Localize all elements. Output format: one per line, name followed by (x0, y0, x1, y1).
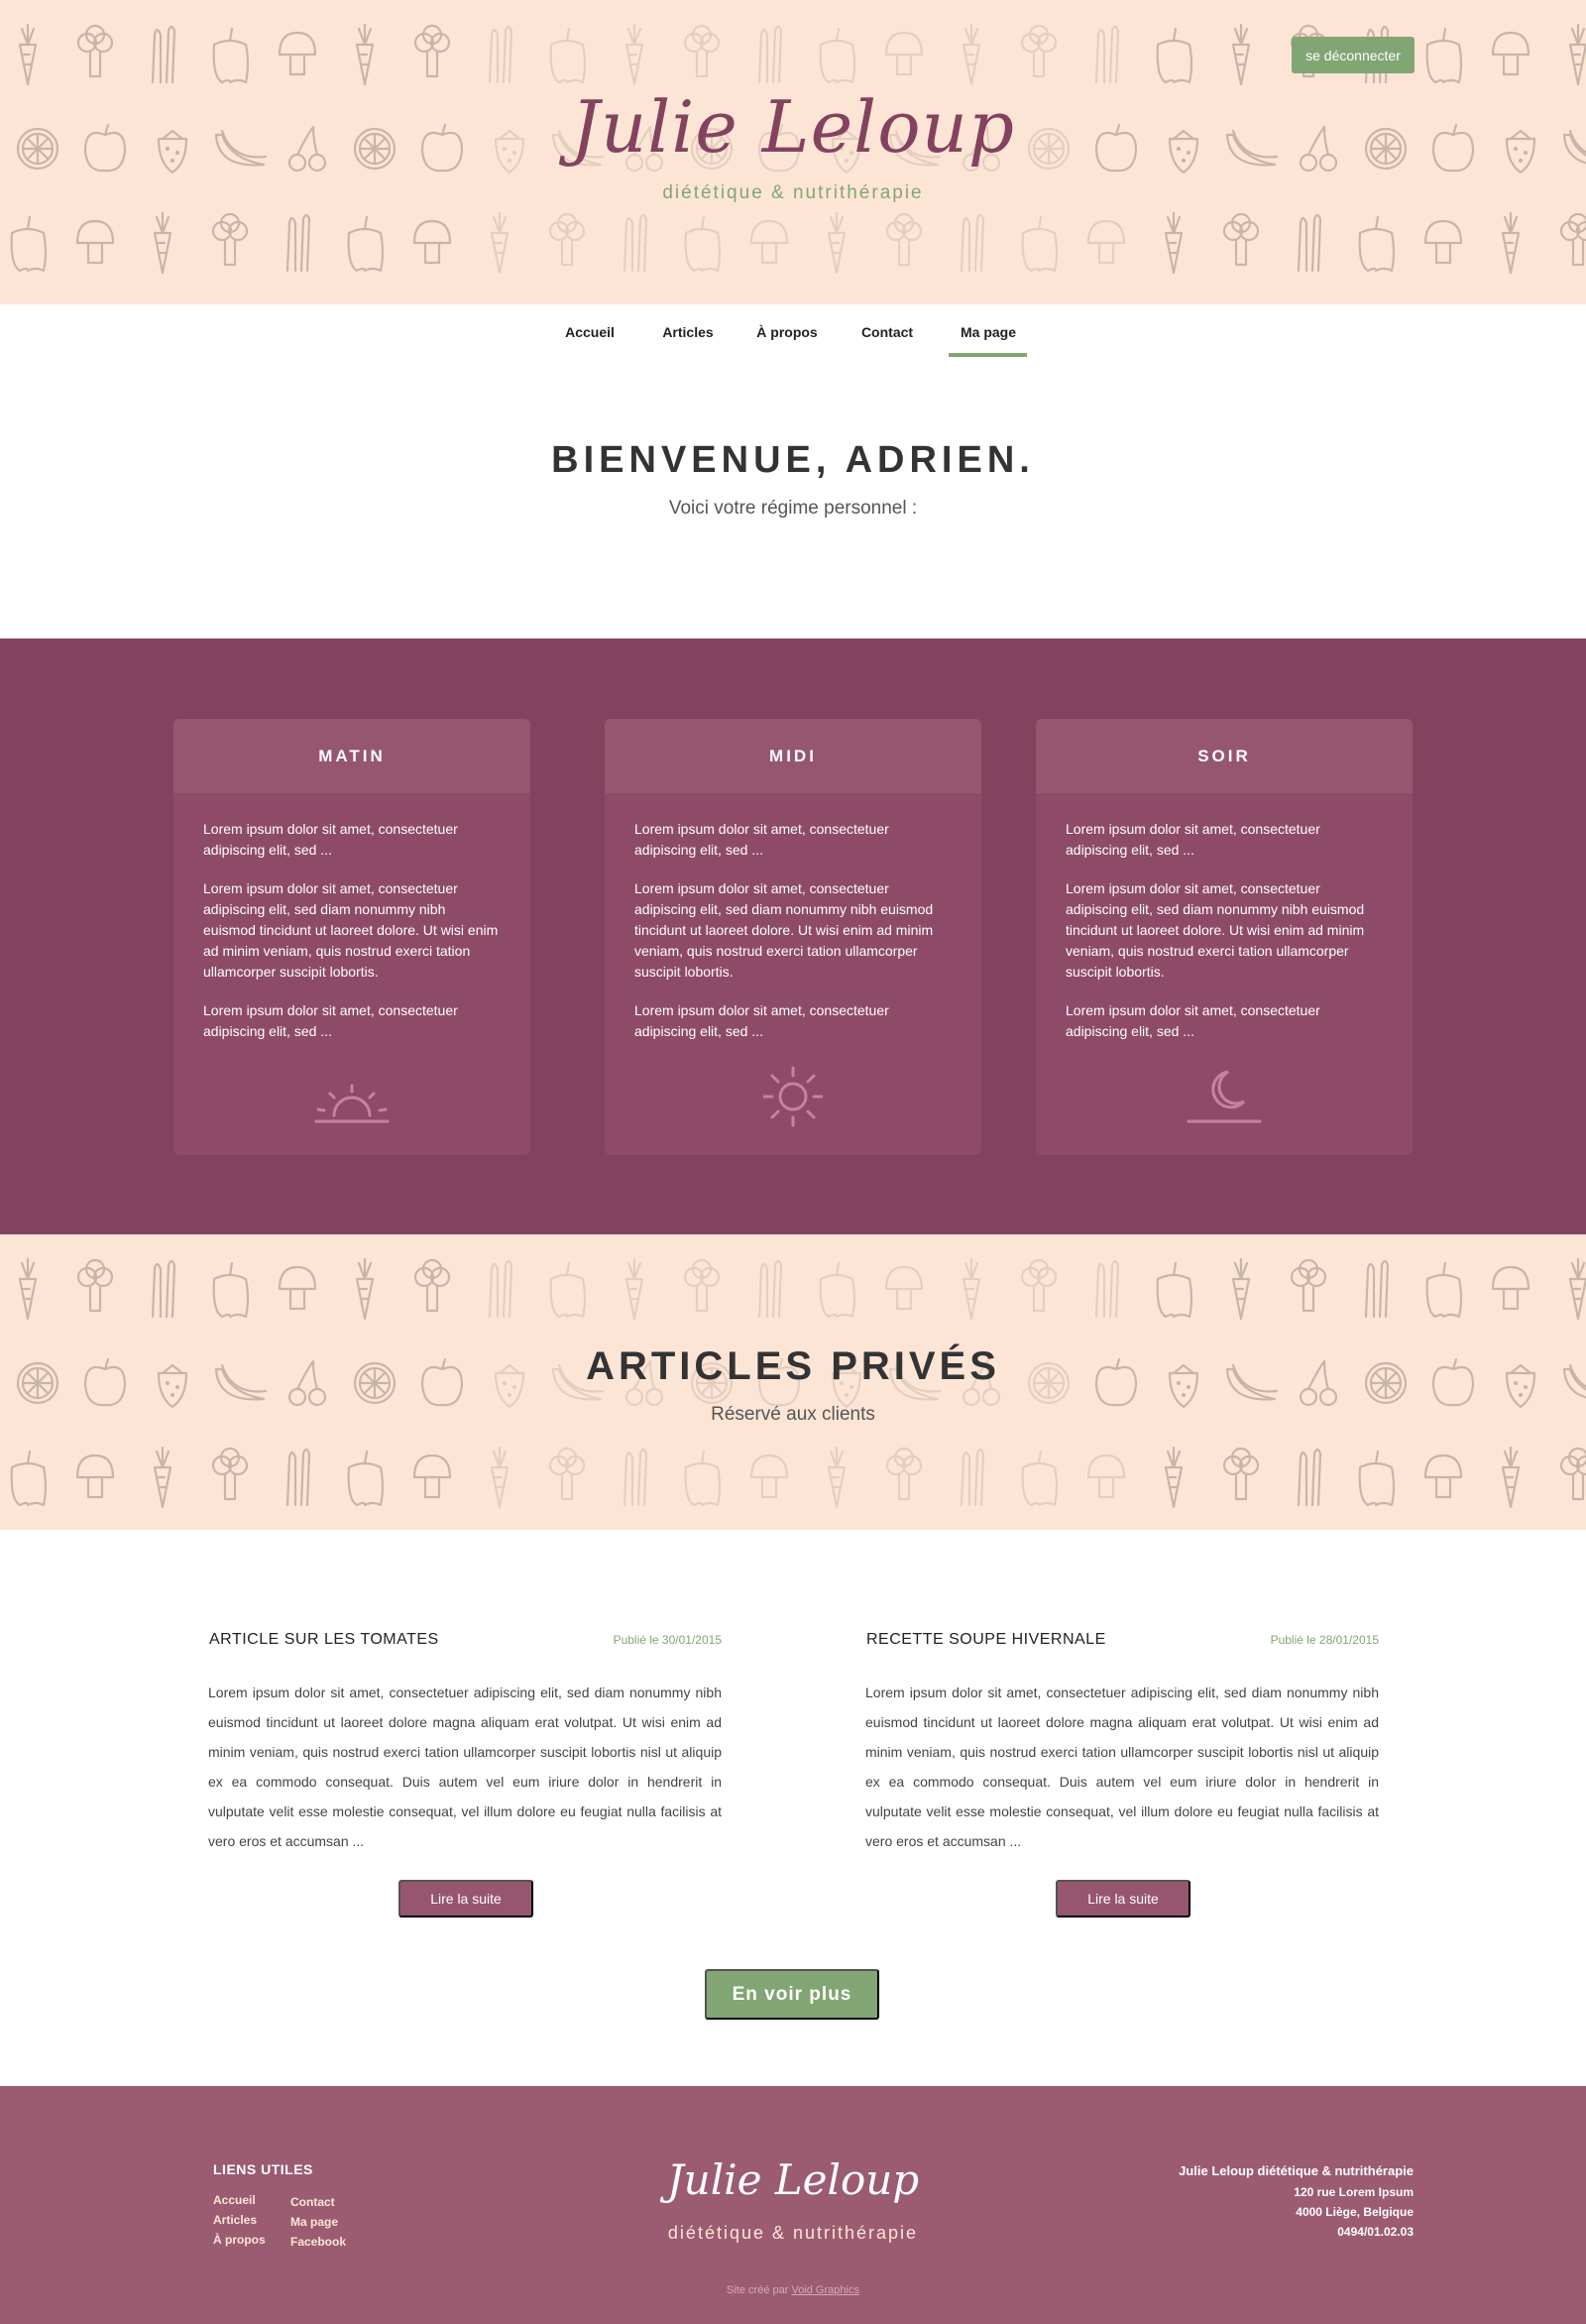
welcome-title: BIENVENUE, ADRIEN. (551, 439, 1035, 481)
sunrise-icon (314, 1084, 390, 1123)
nav-contact[interactable]: Contact (858, 324, 916, 340)
see-more-button[interactable]: En voir plus (705, 1969, 879, 2020)
article-excerpt: Lorem ipsum dolor sit amet, consectetuer… (208, 1685, 722, 1849)
article-excerpt: Lorem ipsum dolor sit amet, consectetuer… (865, 1685, 1379, 1849)
nav-accueil[interactable]: Accueil (563, 324, 617, 340)
meal-card-matin: MATIN Lorem ipsum dolor sit amet, consec… (173, 719, 530, 1155)
meal-text: Lorem ipsum dolor sit amet, consectetuer… (203, 821, 458, 858)
meal-text: Lorem ipsum dolor sit amet, consectetuer… (1066, 821, 1320, 858)
site-tagline: diététique & nutrithérapie (662, 182, 924, 203)
read-more-button[interactable]: Lire la suite (398, 1880, 533, 1917)
main-nav: Accueil Articles À propos Contact Ma pag… (0, 304, 1586, 364)
nav-articles[interactable]: Articles (660, 324, 716, 340)
meal-title: MATIN (173, 719, 530, 793)
diet-section: MATIN Lorem ipsum dolor sit amet, consec… (0, 639, 1586, 1234)
meal-card-midi: MIDI Lorem ipsum dolor sit amet, consect… (605, 719, 981, 1155)
meal-text: Lorem ipsum dolor sit amet, consectetuer… (203, 880, 499, 980)
site-logo[interactable]: Julie Leloup (0, 85, 1586, 169)
footer-company: Julie Leloup diététique & nutrithérapie (1179, 2163, 1414, 2178)
articles-section-title: ARTICLES PRIVÉS (586, 1344, 1000, 1388)
nav-ma-page[interactable]: Ma page (955, 324, 1022, 340)
articles-section-subtitle: Réservé aux clients (711, 1404, 875, 1425)
meal-text: Lorem ipsum dolor sit amet, consectetuer… (203, 1002, 458, 1039)
meal-text: Lorem ipsum dolor sit amet, consectetuer… (1066, 1002, 1320, 1039)
article-date: Publié le 30/01/2015 (613, 1633, 722, 1647)
sun-icon (763, 1066, 823, 1127)
meal-title: SOIR (1036, 719, 1413, 793)
nav-a-propos[interactable]: À propos (755, 324, 819, 340)
read-more-button[interactable]: Lire la suite (1056, 1880, 1190, 1917)
article-title[interactable]: ARTICLE SUR LES TOMATES (209, 1631, 439, 1649)
moon-icon (1187, 1070, 1262, 1123)
site-credit: Site créé par Void Graphics (0, 2284, 1586, 2296)
article-title[interactable]: RECETTE SOUPE HIVERNALE (866, 1631, 1106, 1649)
footer-address-city: 4000 Liège, Belgique (1296, 2205, 1414, 2219)
footer-phone: 0494/01.02.03 (1337, 2225, 1414, 2239)
meal-text: Lorem ipsum dolor sit amet, consectetuer… (1066, 880, 1365, 980)
logout-button[interactable]: se déconnecter (1292, 37, 1415, 73)
meal-text: Lorem ipsum dolor sit amet, consectetuer… (634, 880, 934, 980)
meal-card-soir: SOIR Lorem ipsum dolor sit amet, consect… (1036, 719, 1413, 1155)
meal-title: MIDI (605, 719, 981, 793)
meal-text: Lorem ipsum dolor sit amet, consectetuer… (634, 821, 889, 858)
credit-prefix: Site créé par (727, 2284, 789, 2296)
active-tab-indicator (949, 353, 1027, 357)
footer: LIENS UTILES Accueil Articles À propos C… (0, 2086, 1586, 2324)
article-date: Publié le 28/01/2015 (1270, 1633, 1379, 1647)
welcome-subtitle: Voici votre régime personnel : (668, 498, 918, 519)
footer-address-street: 120 rue Lorem Ipsum (1294, 2185, 1414, 2199)
meal-text: Lorem ipsum dolor sit amet, consectetuer… (634, 1002, 889, 1039)
credit-link[interactable]: Void Graphics (791, 2284, 858, 2296)
